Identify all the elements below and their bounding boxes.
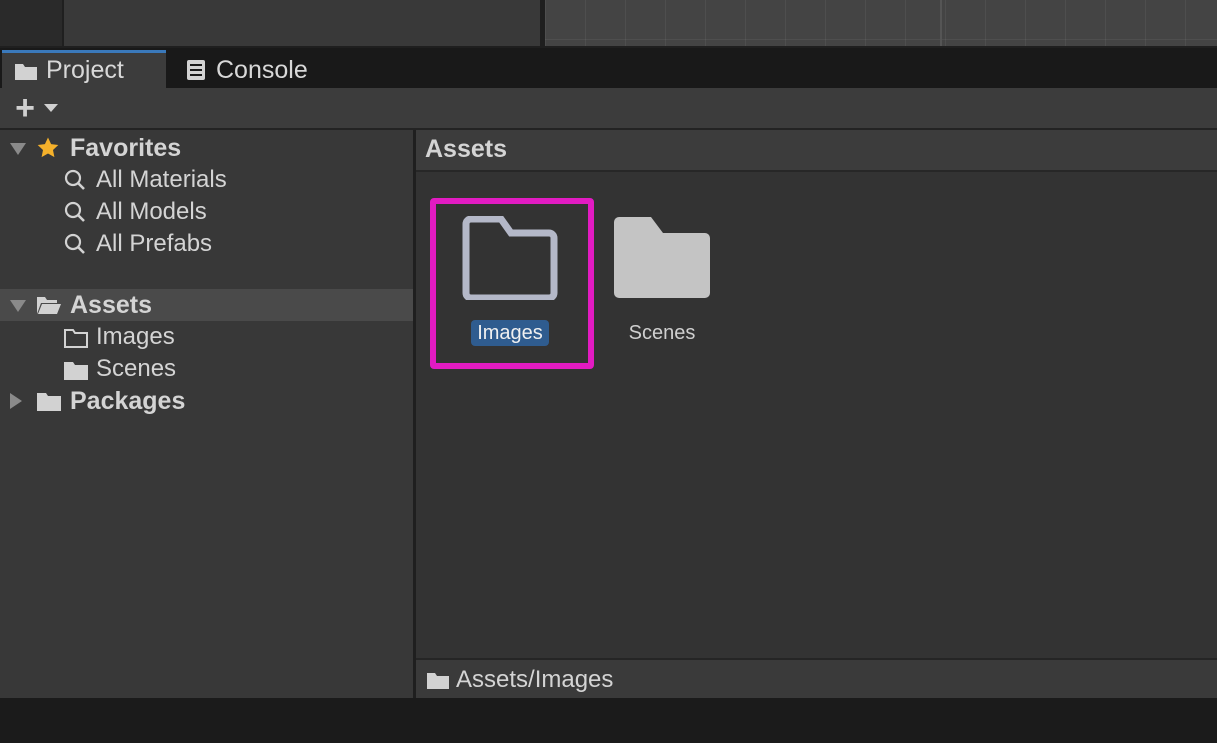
- toolbar-pane-middle: [64, 0, 540, 46]
- scene-grid-pane: [545, 0, 1217, 46]
- plus-icon: +: [15, 89, 35, 127]
- folder-icon: [64, 362, 88, 380]
- path-status-bar: Assets/Images: [416, 658, 1217, 700]
- expand-arrow-icon[interactable]: [10, 143, 26, 155]
- tree-label-all-prefabs: All Prefabs: [96, 230, 213, 257]
- toolbar-pane-left: [0, 0, 62, 46]
- tab-project-label: Project: [46, 56, 124, 84]
- folder-outline-icon: [462, 216, 558, 300]
- bottom-bar: [0, 698, 1217, 743]
- tree-label-all-models: All Models: [96, 198, 207, 225]
- console-icon: [187, 60, 205, 80]
- tab-console[interactable]: Console: [184, 52, 308, 88]
- expand-arrow-icon[interactable]: [10, 393, 22, 409]
- tree-item-assets[interactable]: Assets: [0, 289, 413, 321]
- folder-icon: [15, 63, 37, 80]
- folder-icon: [37, 393, 61, 411]
- project-tree-panel: Favorites All Materials All Models All P…: [0, 130, 416, 698]
- content-header: Assets: [416, 130, 1217, 172]
- tree-label-favorites: Favorites: [70, 133, 182, 162]
- folder-filled-icon: [614, 217, 710, 298]
- tree-item-all-materials[interactable]: All Materials: [0, 164, 413, 196]
- folder-open-icon: [37, 297, 61, 314]
- tree-label-scenes: Scenes: [96, 355, 177, 382]
- tree-item-all-prefabs[interactable]: All Prefabs: [0, 228, 413, 260]
- tree-item-images[interactable]: Images: [0, 321, 413, 353]
- window-tab-bar: Project Console: [0, 48, 1217, 88]
- chevron-down-icon: [44, 104, 58, 112]
- scene-view-strip: [0, 0, 1217, 48]
- tree-label-assets: Assets: [70, 290, 152, 319]
- folder-outline-icon: [64, 329, 88, 348]
- star-icon: [37, 137, 59, 158]
- tree-label-all-materials: All Materials: [96, 166, 227, 193]
- asset-item-scenes[interactable]: Scenes: [587, 208, 737, 368]
- tree-item-favorites[interactable]: Favorites: [0, 132, 413, 164]
- current-path: Assets/Images: [456, 666, 614, 693]
- tree-item-packages[interactable]: Packages: [0, 385, 413, 417]
- folder-icon: [427, 673, 449, 689]
- search-icon: [64, 201, 85, 222]
- asset-name-images: Images: [435, 320, 585, 346]
- asset-browser-panel: Assets Images Scenes Assets/Images: [416, 130, 1217, 700]
- asset-name-scenes: Scenes: [628, 322, 696, 344]
- current-folder-title: Assets: [425, 135, 507, 163]
- search-icon: [64, 169, 85, 190]
- tree-label-images: Images: [96, 323, 175, 350]
- tree-item-scenes[interactable]: Scenes: [0, 353, 413, 385]
- expand-arrow-icon[interactable]: [10, 300, 26, 312]
- search-icon: [64, 233, 85, 254]
- tab-console-label: Console: [216, 55, 308, 84]
- tree-label-packages: Packages: [70, 386, 186, 415]
- create-asset-button[interactable]: +: [12, 89, 58, 127]
- grid-divider: [940, 0, 942, 46]
- asset-item-images[interactable]: Images: [435, 208, 585, 368]
- tree-item-all-models[interactable]: All Models: [0, 196, 413, 228]
- tab-project[interactable]: Project: [2, 50, 166, 88]
- project-toolbar: +: [0, 88, 1217, 130]
